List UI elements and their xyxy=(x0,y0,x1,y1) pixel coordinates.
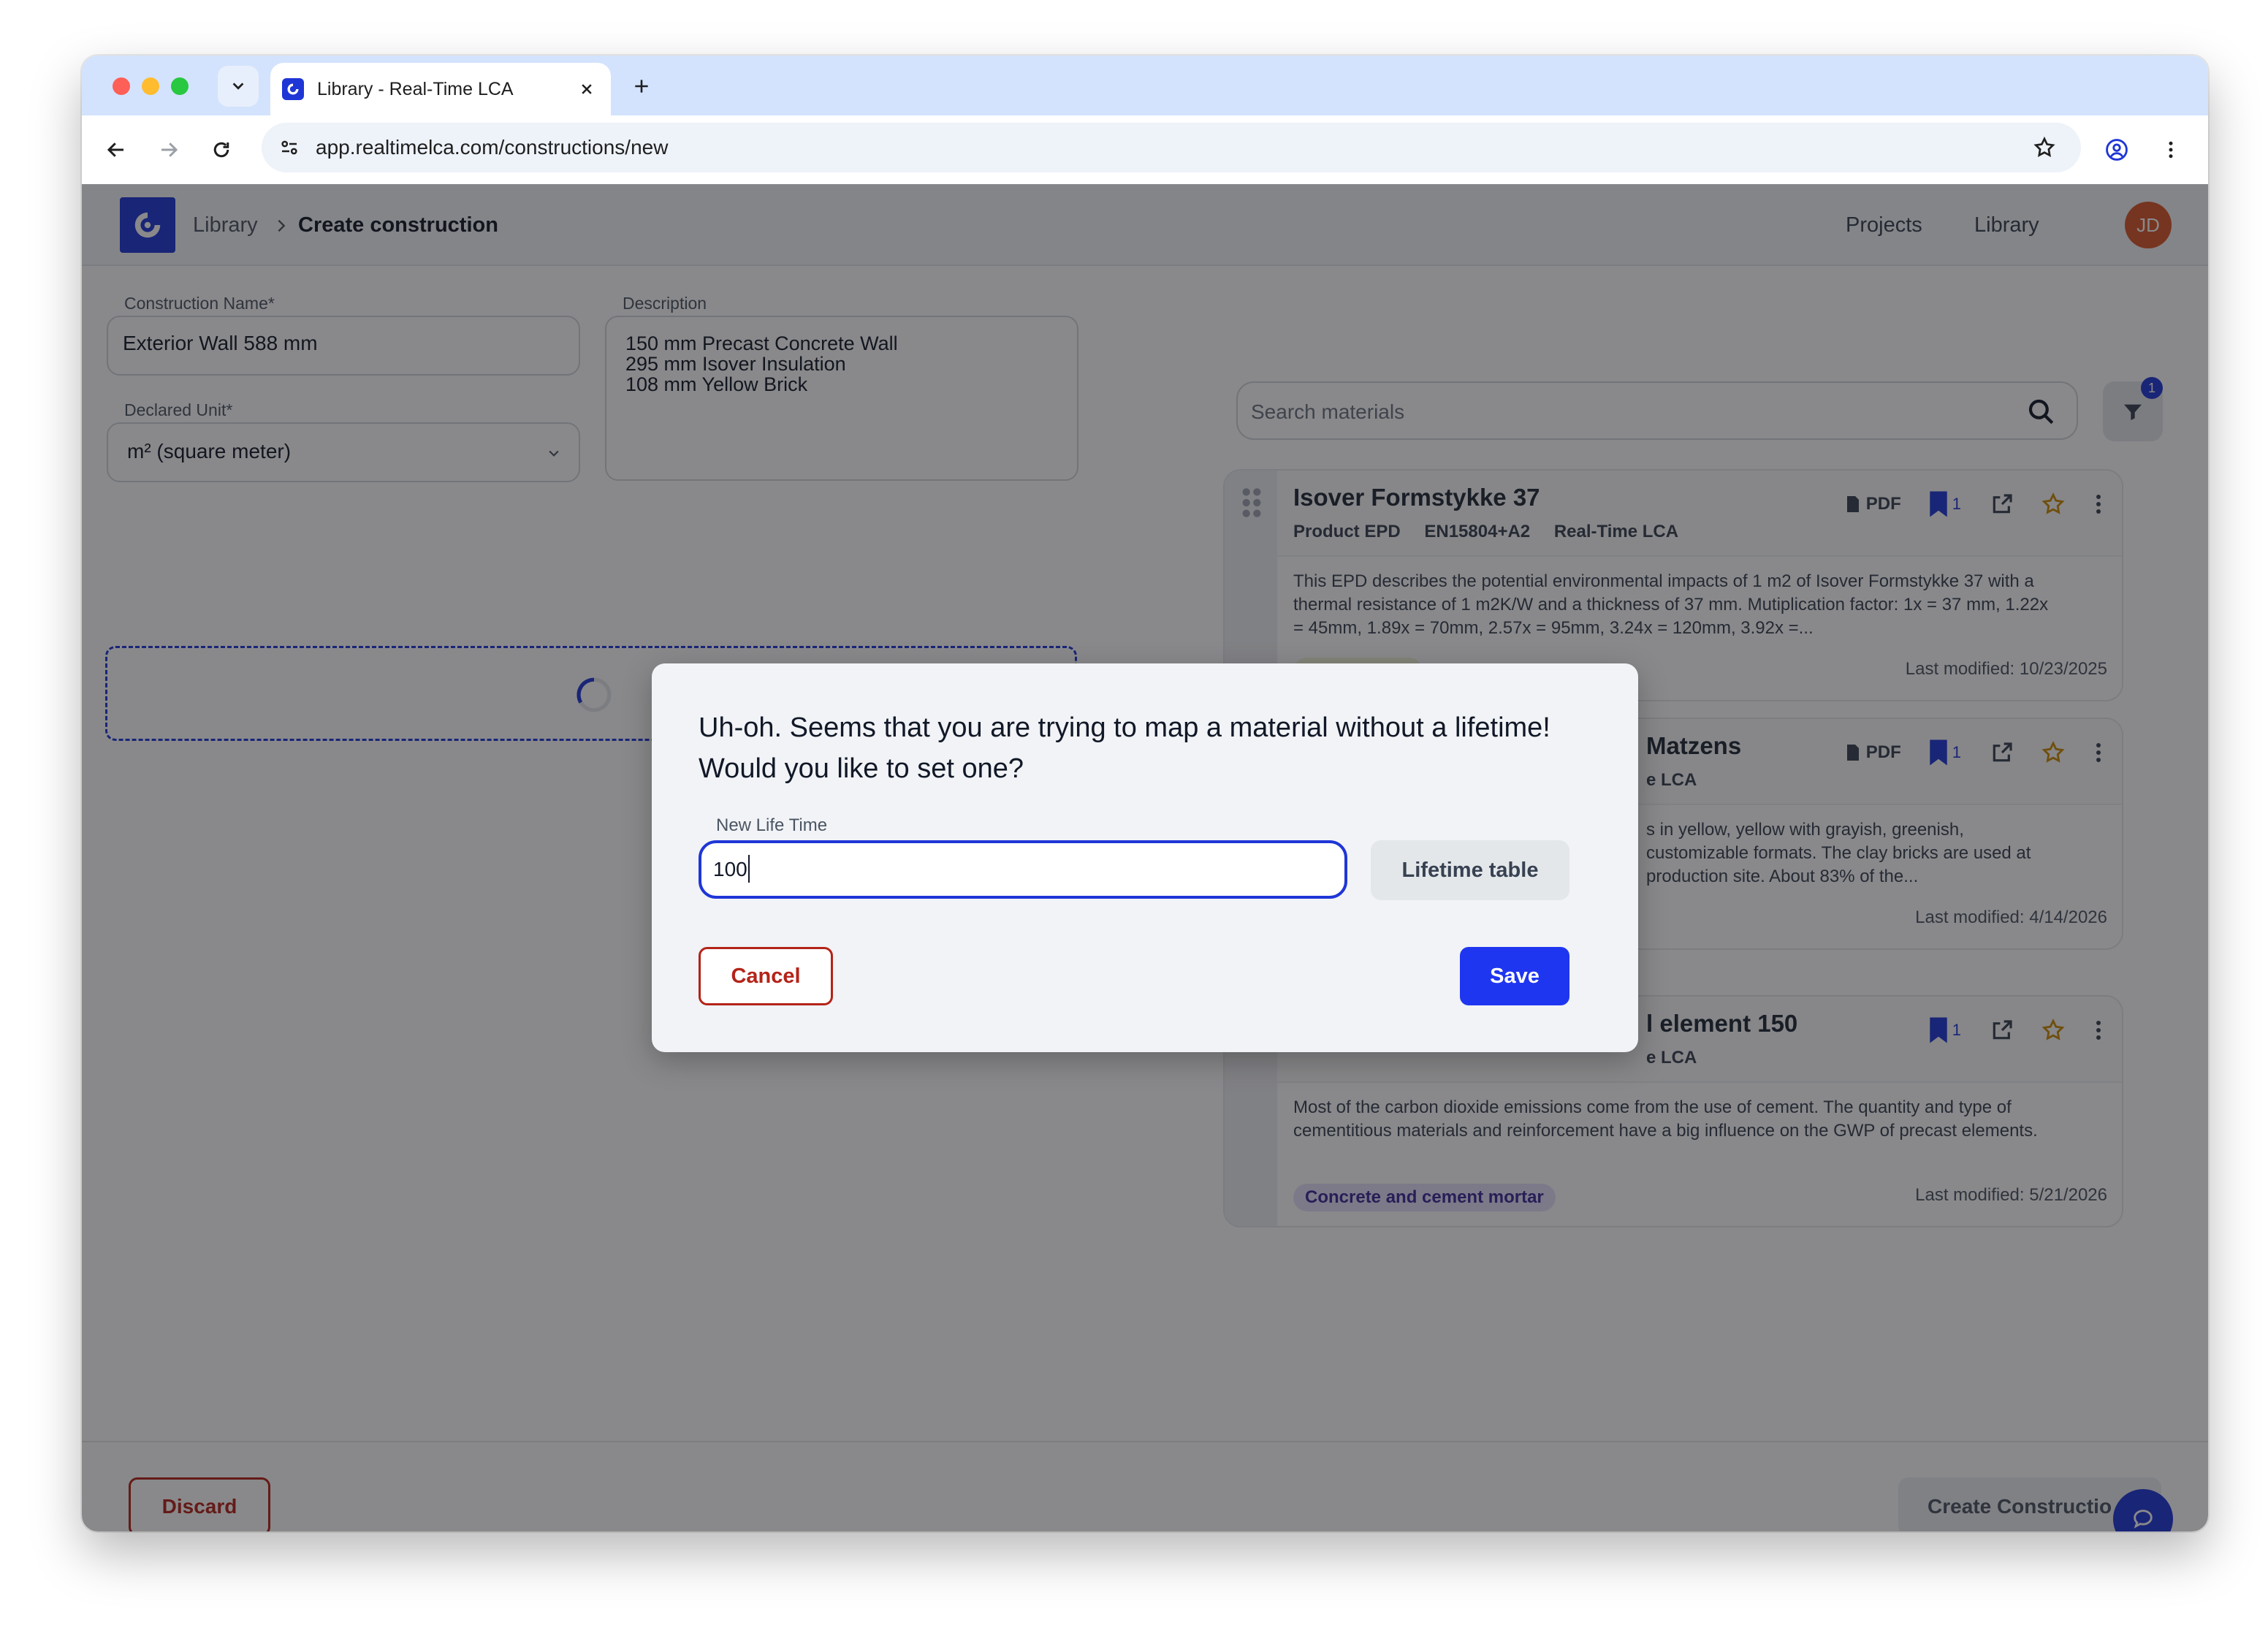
browser-tab-bar: Library - Real-Time LCA xyxy=(82,56,2208,115)
plus-icon xyxy=(635,80,648,93)
address-bar[interactable]: app.realtimelca.com/constructions/new xyxy=(262,123,2081,172)
forward-button[interactable] xyxy=(152,133,186,167)
reload-icon xyxy=(213,142,229,158)
realtime-lca-logo-icon xyxy=(282,78,304,100)
maximize-window-button[interactable] xyxy=(171,77,189,95)
kebab-menu-icon xyxy=(2169,141,2173,159)
browser-menu-button[interactable] xyxy=(2154,133,2188,167)
account-circle-icon xyxy=(2106,139,2128,161)
cancel-button[interactable]: Cancel xyxy=(699,947,833,1005)
close-window-button[interactable] xyxy=(113,77,130,95)
tune-icon[interactable] xyxy=(276,134,302,161)
profile-button[interactable] xyxy=(2100,133,2134,167)
address-bar-url: app.realtimelca.com/constructions/new xyxy=(316,136,669,159)
save-button[interactable]: Save xyxy=(1460,947,1569,1005)
close-icon xyxy=(582,84,592,94)
lifetime-table-button[interactable]: Lifetime table xyxy=(1371,840,1569,900)
reload-button[interactable] xyxy=(205,133,238,167)
back-button[interactable] xyxy=(99,133,133,167)
browser-toolbar: app.realtimelca.com/constructions/new xyxy=(82,115,2208,184)
browser-tab-active[interactable]: Library - Real-Time LCA xyxy=(270,63,611,115)
tab-search-button[interactable] xyxy=(218,66,259,107)
star-outline-icon xyxy=(2033,136,2055,157)
new-lifetime-label: New Life Time xyxy=(716,815,828,835)
arrow-right-icon xyxy=(161,142,178,157)
new-lifetime-input[interactable] xyxy=(699,840,1347,899)
new-tab-button[interactable] xyxy=(625,70,658,102)
close-tab-button[interactable] xyxy=(574,77,599,102)
tab-title: Library - Real-Time LCA xyxy=(317,78,514,99)
chevron-down-icon xyxy=(232,83,244,90)
dialog-message: Uh-oh. Seems that you are trying to map … xyxy=(699,712,1550,784)
minimize-window-button[interactable] xyxy=(142,77,159,95)
set-lifetime-dialog: Uh-oh. Seems that you are trying to map … xyxy=(652,663,1638,1052)
arrow-left-icon xyxy=(107,142,123,157)
text-caret xyxy=(748,855,750,883)
bookmark-page-button[interactable] xyxy=(2028,132,2060,164)
